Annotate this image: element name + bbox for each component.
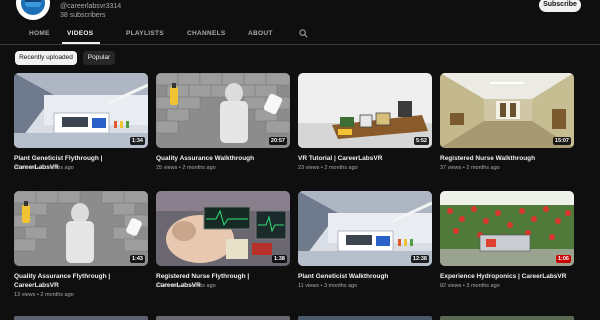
active-tab-indicator [62, 42, 100, 44]
video-duration: 1:43 [129, 255, 145, 263]
subscribe-button[interactable]: Subscribe [539, 0, 581, 12]
video-title[interactable]: Quality Assurance Walkthrough [156, 154, 290, 163]
video-duration: 15:07 [552, 137, 571, 145]
tab-home[interactable]: HOME [29, 30, 50, 37]
video-meta: 26 views • 2 months ago [14, 165, 74, 171]
video-title[interactable]: Registered Nurse Walkthrough [440, 154, 574, 163]
video-meta: 23 views • 2 months ago [298, 165, 358, 171]
video-thumbnail[interactable]: 20:57 [156, 73, 290, 148]
channel-header: @careerlabsvr3314 38 subscribers Subscri… [0, 0, 600, 22]
channel-handle: @careerlabsvr3314 [60, 3, 122, 10]
video-duration: 1:38 [271, 255, 287, 263]
video-duration: 5:52 [413, 137, 429, 145]
video-meta: 13 views • 2 months ago [14, 292, 74, 298]
video-meta: 11 views • 3 months ago [298, 283, 358, 289]
video-thumbnail[interactable]: 1:43 [14, 191, 148, 266]
video-meta: 82 views • 3 months ago [440, 283, 500, 289]
search-icon[interactable] [299, 29, 308, 38]
channel-avatar[interactable] [16, 0, 50, 20]
video-duration: 1:34 [129, 137, 145, 145]
video-title[interactable]: Experience Hydroponics | CareerLabsVR [440, 272, 574, 281]
tab-channels[interactable]: CHANNELS [187, 30, 226, 37]
channel-tabs: HOME VIDEOS PLAYLISTS CHANNELS ABOUT [0, 24, 600, 45]
video-title[interactable]: Plant Geneticist Walkthrough [298, 272, 432, 281]
video-thumbnail[interactable]: 1:34 [14, 73, 148, 148]
video-thumbnail[interactable]: 1:06 [440, 191, 574, 266]
tab-about[interactable]: ABOUT [248, 30, 273, 37]
next-row-thumbnails [0, 316, 600, 320]
video-duration: 20:57 [268, 137, 287, 145]
tab-playlists[interactable]: PLAYLISTS [126, 30, 164, 37]
tab-videos[interactable]: VIDEOS [67, 30, 93, 37]
video-title[interactable]: VR Tutorial | CareerLabsVR [298, 154, 432, 163]
video-title[interactable]: Quality Assurance Flythrough | CareerLab… [14, 272, 148, 290]
video-duration: 1:06 [555, 255, 571, 263]
video-thumbnail[interactable]: 5:52 [298, 73, 432, 148]
chip-popular[interactable]: Popular [83, 51, 115, 65]
video-meta: 37 views • 2 months ago [440, 165, 500, 171]
video-thumbnail[interactable]: 1:38 [156, 191, 290, 266]
video-duration: 12:38 [410, 255, 429, 263]
video-thumbnail[interactable]: 15:07 [440, 73, 574, 148]
video-meta: 27 views • 2 months ago [156, 283, 216, 289]
video-thumbnail[interactable]: 12:38 [298, 191, 432, 266]
chip-recently-uploaded[interactable]: Recently uploaded [15, 51, 77, 65]
subscriber-count: 38 subscribers [60, 12, 106, 19]
video-meta: 25 views • 2 months ago [156, 165, 216, 171]
